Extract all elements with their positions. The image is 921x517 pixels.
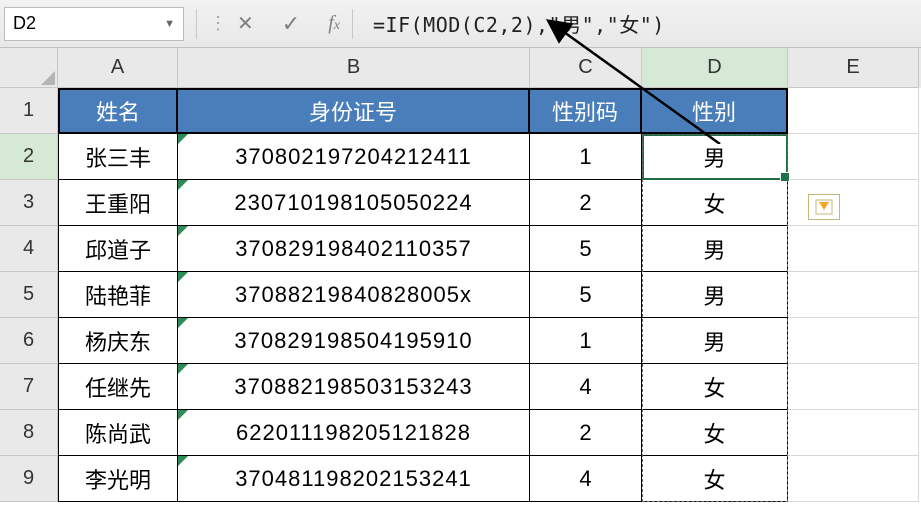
column-headers: A B C D E bbox=[0, 48, 921, 88]
empty-cell[interactable] bbox=[788, 364, 919, 410]
row-header-5[interactable]: 5 bbox=[0, 272, 58, 318]
row-header-6[interactable]: 6 bbox=[0, 318, 58, 364]
header-cell-gender[interactable]: 性别 bbox=[642, 88, 788, 134]
cell-A6[interactable]: 杨庆东 bbox=[58, 318, 178, 364]
cell-C5[interactable]: 5 bbox=[530, 272, 642, 318]
cell-A7[interactable]: 任继先 bbox=[58, 364, 178, 410]
enter-icon[interactable]: ✓ bbox=[282, 11, 300, 37]
cell-B2[interactable]: 370802197204212411 bbox=[178, 134, 530, 180]
column-header-E[interactable]: E bbox=[788, 48, 919, 88]
cell-D7[interactable]: 女 bbox=[642, 364, 788, 410]
table-row: 7 任继先 370882198503153243 4 女 bbox=[0, 364, 921, 410]
cell-C3[interactable]: 2 bbox=[530, 180, 642, 226]
header-cell-name[interactable]: 姓名 bbox=[58, 88, 178, 134]
cell-D9[interactable]: 女 bbox=[642, 456, 788, 502]
cell-A5[interactable]: 陆艳菲 bbox=[58, 272, 178, 318]
empty-cell[interactable] bbox=[788, 410, 919, 456]
name-box-value: D2 bbox=[13, 13, 36, 34]
row-header-8[interactable]: 8 bbox=[0, 410, 58, 456]
cell-C4[interactable]: 5 bbox=[530, 226, 642, 272]
table-row: 6 杨庆东 370829198504195910 1 男 bbox=[0, 318, 921, 364]
cell-B3[interactable]: 230710198105050224 bbox=[178, 180, 530, 226]
cell-C7[interactable]: 4 bbox=[530, 364, 642, 410]
empty-cell[interactable] bbox=[788, 134, 919, 180]
cell-B9[interactable]: 370481198202153241 bbox=[178, 456, 530, 502]
empty-cell[interactable] bbox=[788, 88, 919, 134]
separator bbox=[352, 9, 353, 39]
cell-A8[interactable]: 陈尚武 bbox=[58, 410, 178, 456]
row-header-7[interactable]: 7 bbox=[0, 364, 58, 410]
empty-cell[interactable] bbox=[788, 226, 919, 272]
cell-B8[interactable]: 622011198205121828 bbox=[178, 410, 530, 456]
cell-A2[interactable]: 张三丰 bbox=[58, 134, 178, 180]
cell-D8[interactable]: 女 bbox=[642, 410, 788, 456]
table-row: 5 陆艳菲 37088219840828005x 5 男 bbox=[0, 272, 921, 318]
formula-bar-buttons: ✕ ✓ fx bbox=[237, 11, 340, 37]
cell-A9[interactable]: 李光明 bbox=[58, 456, 178, 502]
dropdown-icon[interactable]: ▼ bbox=[164, 18, 175, 30]
separator bbox=[196, 9, 197, 39]
empty-cell[interactable] bbox=[788, 272, 919, 318]
cell-D2[interactable]: 男 bbox=[642, 134, 788, 180]
table-row: 1 姓名 身份证号 性别码 性别 bbox=[0, 88, 921, 134]
cell-B7[interactable]: 370882198503153243 bbox=[178, 364, 530, 410]
column-header-C[interactable]: C bbox=[530, 48, 642, 88]
cell-D5[interactable]: 男 bbox=[642, 272, 788, 318]
table-row: 2 张三丰 370802197204212411 1 男 bbox=[0, 134, 921, 180]
row-header-1[interactable]: 1 bbox=[0, 88, 58, 134]
row-header-4[interactable]: 4 bbox=[0, 226, 58, 272]
cell-D6[interactable]: 男 bbox=[642, 318, 788, 364]
empty-cell[interactable] bbox=[788, 318, 919, 364]
column-header-A[interactable]: A bbox=[58, 48, 178, 88]
column-header-B[interactable]: B bbox=[178, 48, 530, 88]
row-header-3[interactable]: 3 bbox=[0, 180, 58, 226]
cell-B5[interactable]: 37088219840828005x bbox=[178, 272, 530, 318]
cell-C6[interactable]: 1 bbox=[530, 318, 642, 364]
cell-D4[interactable]: 男 bbox=[642, 226, 788, 272]
cell-C8[interactable]: 2 bbox=[530, 410, 642, 456]
table-row: 8 陈尚武 622011198205121828 2 女 bbox=[0, 410, 921, 456]
row-header-9[interactable]: 9 bbox=[0, 456, 58, 502]
name-box[interactable]: D2 ▼ bbox=[4, 7, 184, 41]
column-header-D[interactable]: D bbox=[642, 48, 788, 88]
formula-bar: D2 ▼ ⋮ ✕ ✓ fx =IF(MOD(C2,2),"男","女") bbox=[0, 0, 921, 48]
fx-icon[interactable]: fx bbox=[328, 12, 340, 35]
empty-cell[interactable] bbox=[788, 456, 919, 502]
select-all-corner[interactable] bbox=[0, 48, 58, 88]
cancel-icon[interactable]: ✕ bbox=[237, 11, 254, 36]
worksheet[interactable]: A B C D E 1 姓名 身份证号 性别码 性别 2 张三丰 3708021… bbox=[0, 48, 921, 502]
cell-A4[interactable]: 邱道子 bbox=[58, 226, 178, 272]
cell-D3[interactable]: 女 bbox=[642, 180, 788, 226]
cell-A3[interactable]: 王重阳 bbox=[58, 180, 178, 226]
autofill-options-button[interactable] bbox=[808, 194, 840, 220]
drag-dots-icon: ⋮ bbox=[209, 13, 225, 34]
row-header-2[interactable]: 2 bbox=[0, 134, 58, 180]
table-row: 4 邱道子 370829198402110357 5 男 bbox=[0, 226, 921, 272]
header-cell-id[interactable]: 身份证号 bbox=[178, 88, 530, 134]
cell-C2[interactable]: 1 bbox=[530, 134, 642, 180]
formula-input[interactable]: =IF(MOD(C2,2),"男","女") bbox=[365, 9, 917, 38]
table-row: 9 李光明 370481198202153241 4 女 bbox=[0, 456, 921, 502]
table-row: 3 王重阳 230710198105050224 2 女 bbox=[0, 180, 921, 226]
cell-B6[interactable]: 370829198504195910 bbox=[178, 318, 530, 364]
header-cell-code[interactable]: 性别码 bbox=[530, 88, 642, 134]
cell-C9[interactable]: 4 bbox=[530, 456, 642, 502]
cell-B4[interactable]: 370829198402110357 bbox=[178, 226, 530, 272]
